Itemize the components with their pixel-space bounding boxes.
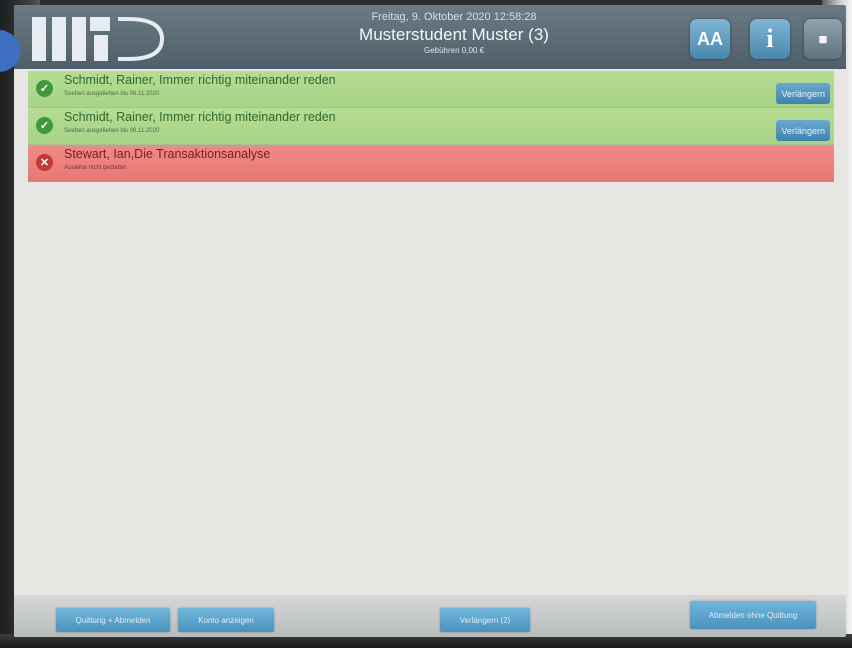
item-status-text: Soeben ausgeliehen bis 06.11.2020 [64, 91, 160, 97]
footer-bar: Quittung + Abmelden Konto anzeigen Verlä… [14, 595, 846, 637]
library-logo [32, 17, 164, 61]
item-status-text: Soeben ausgeliehen bis 06.11.2020 [64, 128, 160, 134]
renew-button[interactable]: Verlängern [776, 83, 830, 104]
info-button[interactable]: i [750, 19, 790, 59]
logout-without-receipt-button[interactable]: Abmelden ohne Quittung [690, 601, 816, 629]
list-item: ✓ Schmidt, Rainer, Immer richtig miteina… [28, 108, 834, 145]
item-title: Schmidt, Rainer, Immer richtig miteinand… [64, 110, 336, 124]
session-info: Freitag, 9. Oktober 2020 12:58:28 Muster… [304, 11, 604, 55]
check-icon: ✓ [36, 80, 53, 97]
item-status-text: Ausleihe nicht gestattet [64, 165, 127, 171]
font-size-icon: AA [697, 28, 723, 49]
item-title: Schmidt, Rainer, Immer richtig miteinand… [64, 73, 336, 87]
show-account-button[interactable]: Konto anzeigen [178, 608, 274, 632]
user-name: Musterstudent Muster (3) [359, 25, 549, 44]
language-button[interactable]: ▦ [804, 19, 842, 59]
header-bar: Freitag, 9. Oktober 2020 12:58:28 Muster… [14, 5, 846, 69]
item-title: Stewart, Ian,Die Transaktionsanalyse [64, 147, 271, 161]
list-item: ✓ Schmidt, Rainer, Immer richtig miteina… [28, 71, 834, 108]
fees-label: Gebühren 0,00 € [423, 46, 485, 55]
renew-all-button[interactable]: Verlängern (2) [440, 608, 530, 632]
loan-list: ✓ Schmidt, Rainer, Immer richtig miteina… [28, 71, 834, 182]
renew-button[interactable]: Verlängern [776, 120, 830, 141]
error-icon: ✕ [36, 154, 53, 171]
kiosk-screen: Freitag, 9. Oktober 2020 12:58:28 Muster… [14, 5, 846, 637]
language-flag-icon: ▦ [818, 33, 828, 44]
check-icon: ✓ [36, 117, 53, 134]
info-icon: i [766, 24, 774, 53]
current-datetime: Freitag, 9. Oktober 2020 12:58:28 [371, 11, 537, 23]
list-item: ✕ Stewart, Ian,Die Transaktionsanalyse A… [28, 145, 834, 182]
receipt-logout-button[interactable]: Quittung + Abmelden [56, 608, 170, 632]
font-size-button[interactable]: AA [690, 19, 730, 59]
